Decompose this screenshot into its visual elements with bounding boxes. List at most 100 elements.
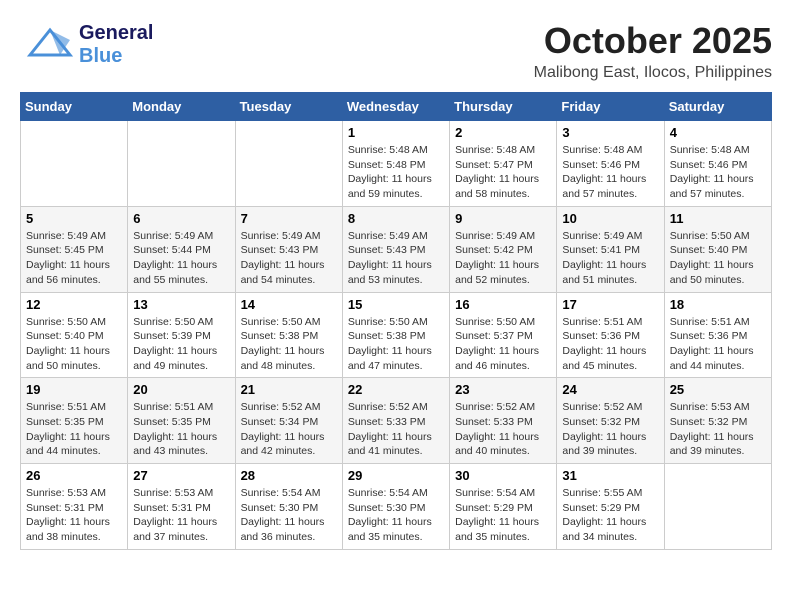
day-number: 2 bbox=[455, 125, 551, 140]
day-info: Sunrise: 5:50 AM Sunset: 5:37 PM Dayligh… bbox=[455, 315, 551, 374]
table-row: 2 Sunrise: 5:48 AM Sunset: 5:47 PM Daylig… bbox=[450, 121, 557, 207]
day-info: Sunrise: 5:52 AM Sunset: 5:34 PM Dayligh… bbox=[241, 400, 337, 459]
header-wednesday: Wednesday bbox=[342, 93, 449, 121]
day-number: 26 bbox=[26, 468, 122, 483]
header-sunday: Sunday bbox=[21, 93, 128, 121]
day-number: 10 bbox=[562, 211, 658, 226]
page-header: General Blue October 2025 Malibong East,… bbox=[20, 20, 772, 82]
day-number: 14 bbox=[241, 297, 337, 312]
day-info: Sunrise: 5:50 AM Sunset: 5:40 PM Dayligh… bbox=[670, 229, 766, 288]
day-number: 7 bbox=[241, 211, 337, 226]
day-info: Sunrise: 5:51 AM Sunset: 5:35 PM Dayligh… bbox=[133, 400, 229, 459]
table-row: 27 Sunrise: 5:53 AM Sunset: 5:31 PM Dayli… bbox=[128, 464, 235, 550]
day-number: 29 bbox=[348, 468, 444, 483]
day-number: 25 bbox=[670, 382, 766, 397]
day-number: 11 bbox=[670, 211, 766, 226]
day-number: 3 bbox=[562, 125, 658, 140]
logo-icon bbox=[20, 20, 75, 70]
table-row: 28Sunrise: 5:54 AM Sunset: 5:30 PM Dayli… bbox=[235, 464, 342, 550]
day-info: Sunrise: 5:51 AM Sunset: 5:36 PM Dayligh… bbox=[562, 315, 658, 374]
table-row: 31 Sunrise: 5:55 AM Sunset: 5:29 PM Dayli… bbox=[557, 464, 664, 550]
day-info: Sunrise: 5:54 AM Sunset: 5:30 PM Dayligh… bbox=[348, 486, 444, 545]
day-info: Sunrise: 5:55 AM Sunset: 5:29 PM Dayligh… bbox=[562, 486, 658, 545]
table-row: 1 Sunrise: 5:48 AM Sunset: 5:48 PM Daylig… bbox=[342, 121, 449, 207]
table-row: 16 Sunrise: 5:50 AM Sunset: 5:37 PM Dayli… bbox=[450, 292, 557, 378]
header-tuesday: Tuesday bbox=[235, 93, 342, 121]
day-number: 21 bbox=[241, 382, 337, 397]
table-row: 14 Sunrise: 5:50 AM Sunset: 5:38 PM Dayli… bbox=[235, 292, 342, 378]
table-row bbox=[128, 121, 235, 207]
header-saturday: Saturday bbox=[664, 93, 771, 121]
day-number: 6 bbox=[133, 211, 229, 226]
table-row: 11 Sunrise: 5:50 AM Sunset: 5:40 PM Dayli… bbox=[664, 206, 771, 292]
calendar-week-4: 19Sunrise: 5:51 AM Sunset: 5:35 PM Dayli… bbox=[21, 378, 772, 464]
header-friday: Friday bbox=[557, 93, 664, 121]
header-thursday: Thursday bbox=[450, 93, 557, 121]
month-title: October 2025 bbox=[534, 20, 772, 62]
table-row: 5 Sunrise: 5:49 AM Sunset: 5:45 PM Daylig… bbox=[21, 206, 128, 292]
table-row: 6Sunrise: 5:49 AM Sunset: 5:44 PM Daylig… bbox=[128, 206, 235, 292]
table-row: 25 Sunrise: 5:53 AM Sunset: 5:32 PM Dayli… bbox=[664, 378, 771, 464]
table-row: 4 Sunrise: 5:48 AM Sunset: 5:46 PM Daylig… bbox=[664, 121, 771, 207]
day-number: 31 bbox=[562, 468, 658, 483]
day-info: Sunrise: 5:50 AM Sunset: 5:38 PM Dayligh… bbox=[348, 315, 444, 374]
table-row: 23Sunrise: 5:52 AM Sunset: 5:33 PM Dayli… bbox=[450, 378, 557, 464]
calendar-table: Sunday Monday Tuesday Wednesday Thursday… bbox=[20, 92, 772, 550]
table-row: 3Sunrise: 5:48 AM Sunset: 5:46 PM Daylig… bbox=[557, 121, 664, 207]
table-row: 29 Sunrise: 5:54 AM Sunset: 5:30 PM Dayli… bbox=[342, 464, 449, 550]
day-info: Sunrise: 5:52 AM Sunset: 5:32 PM Dayligh… bbox=[562, 400, 658, 459]
day-info: Sunrise: 5:54 AM Sunset: 5:29 PM Dayligh… bbox=[455, 486, 551, 545]
day-number: 1 bbox=[348, 125, 444, 140]
day-info: Sunrise: 5:50 AM Sunset: 5:38 PM Dayligh… bbox=[241, 315, 337, 374]
table-row: 9 Sunrise: 5:49 AM Sunset: 5:42 PM Daylig… bbox=[450, 206, 557, 292]
day-info: Sunrise: 5:52 AM Sunset: 5:33 PM Dayligh… bbox=[348, 400, 444, 459]
day-number: 16 bbox=[455, 297, 551, 312]
table-row: 12 Sunrise: 5:50 AM Sunset: 5:40 PM Dayli… bbox=[21, 292, 128, 378]
title-area: October 2025 Malibong East, Ilocos, Phil… bbox=[534, 20, 772, 82]
day-info: Sunrise: 5:53 AM Sunset: 5:31 PM Dayligh… bbox=[26, 486, 122, 545]
day-info: Sunrise: 5:48 AM Sunset: 5:48 PM Dayligh… bbox=[348, 143, 444, 202]
table-row: 13Sunrise: 5:50 AM Sunset: 5:39 PM Dayli… bbox=[128, 292, 235, 378]
day-number: 9 bbox=[455, 211, 551, 226]
table-row: 17 Sunrise: 5:51 AM Sunset: 5:36 PM Dayli… bbox=[557, 292, 664, 378]
day-info: Sunrise: 5:49 AM Sunset: 5:41 PM Dayligh… bbox=[562, 229, 658, 288]
day-number: 23 bbox=[455, 382, 551, 397]
day-number: 12 bbox=[26, 297, 122, 312]
day-number: 24 bbox=[562, 382, 658, 397]
day-info: Sunrise: 5:49 AM Sunset: 5:42 PM Dayligh… bbox=[455, 229, 551, 288]
header-monday: Monday bbox=[128, 93, 235, 121]
table-row: 20Sunrise: 5:51 AM Sunset: 5:35 PM Dayli… bbox=[128, 378, 235, 464]
day-info: Sunrise: 5:53 AM Sunset: 5:32 PM Dayligh… bbox=[670, 400, 766, 459]
day-number: 5 bbox=[26, 211, 122, 226]
day-number: 4 bbox=[670, 125, 766, 140]
day-info: Sunrise: 5:54 AM Sunset: 5:30 PM Dayligh… bbox=[241, 486, 337, 545]
table-row bbox=[664, 464, 771, 550]
day-info: Sunrise: 5:50 AM Sunset: 5:39 PM Dayligh… bbox=[133, 315, 229, 374]
day-info: Sunrise: 5:53 AM Sunset: 5:31 PM Dayligh… bbox=[133, 486, 229, 545]
table-row: 24 Sunrise: 5:52 AM Sunset: 5:32 PM Dayli… bbox=[557, 378, 664, 464]
calendar-week-1: 1 Sunrise: 5:48 AM Sunset: 5:48 PM Daylig… bbox=[21, 121, 772, 207]
day-info: Sunrise: 5:48 AM Sunset: 5:46 PM Dayligh… bbox=[670, 143, 766, 202]
day-info: Sunrise: 5:50 AM Sunset: 5:40 PM Dayligh… bbox=[26, 315, 122, 374]
table-row bbox=[235, 121, 342, 207]
day-info: Sunrise: 5:49 AM Sunset: 5:43 PM Dayligh… bbox=[241, 229, 337, 288]
day-number: 30 bbox=[455, 468, 551, 483]
day-info: Sunrise: 5:49 AM Sunset: 5:45 PM Dayligh… bbox=[26, 229, 122, 288]
table-row: 15 Sunrise: 5:50 AM Sunset: 5:38 PM Dayli… bbox=[342, 292, 449, 378]
day-number: 27 bbox=[133, 468, 229, 483]
day-info: Sunrise: 5:49 AM Sunset: 5:43 PM Dayligh… bbox=[348, 229, 444, 288]
day-info: Sunrise: 5:48 AM Sunset: 5:47 PM Dayligh… bbox=[455, 143, 551, 202]
logo: General Blue bbox=[20, 20, 153, 70]
table-row: 21 Sunrise: 5:52 AM Sunset: 5:34 PM Dayli… bbox=[235, 378, 342, 464]
day-info: Sunrise: 5:51 AM Sunset: 5:35 PM Dayligh… bbox=[26, 400, 122, 459]
calendar-week-5: 26 Sunrise: 5:53 AM Sunset: 5:31 PM Dayli… bbox=[21, 464, 772, 550]
logo-text: General Blue bbox=[79, 22, 153, 68]
day-number: 22 bbox=[348, 382, 444, 397]
table-row: 7 Sunrise: 5:49 AM Sunset: 5:43 PM Daylig… bbox=[235, 206, 342, 292]
day-number: 17 bbox=[562, 297, 658, 312]
day-number: 18 bbox=[670, 297, 766, 312]
day-number: 15 bbox=[348, 297, 444, 312]
location-title: Malibong East, Ilocos, Philippines bbox=[534, 64, 772, 82]
table-row: 8Sunrise: 5:49 AM Sunset: 5:43 PM Daylig… bbox=[342, 206, 449, 292]
table-row bbox=[21, 121, 128, 207]
